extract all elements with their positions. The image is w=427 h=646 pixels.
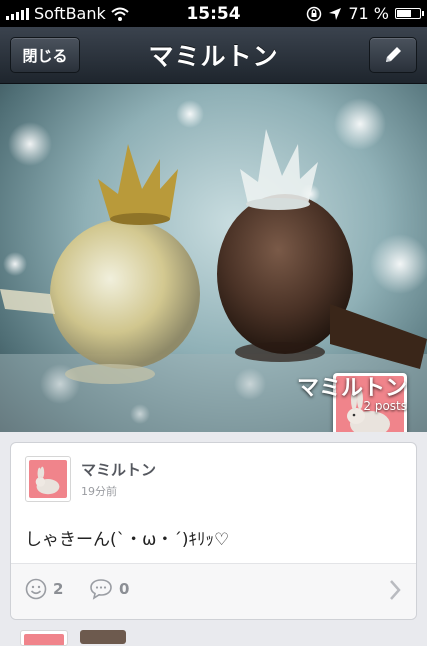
rabbit-avatar-image xyxy=(29,460,67,498)
next-post-photo[interactable] xyxy=(80,630,126,644)
like-button[interactable]: 2 xyxy=(25,578,63,600)
author-avatar[interactable] xyxy=(25,456,71,502)
location-icon xyxy=(329,7,342,20)
comment-count: 0 xyxy=(119,580,130,598)
battery-icon xyxy=(395,8,424,19)
post-time: 19分前 xyxy=(81,485,117,498)
comment-button[interactable]: 0 xyxy=(89,578,129,600)
smile-icon xyxy=(25,578,47,600)
wifi-icon xyxy=(111,7,129,21)
status-time: 15:54 xyxy=(186,3,241,24)
pencil-icon xyxy=(386,47,401,62)
comment-icon xyxy=(90,579,112,600)
signal-icon xyxy=(6,7,29,20)
battery-percent: 71 % xyxy=(348,4,389,23)
rabbit-avatar-image xyxy=(24,634,64,645)
carrier-label: SoftBank xyxy=(34,4,106,23)
profile-name: マミルトン xyxy=(296,376,407,401)
post-text: しゃきーん(`・ω・´)ｷﾘｯ♡ xyxy=(25,530,230,550)
close-button[interactable]: 閉じる xyxy=(10,37,80,73)
status-bar: SoftBank 15:54 71 % xyxy=(0,0,427,27)
chevron-right-icon[interactable] xyxy=(388,578,402,602)
rotation-lock-icon xyxy=(307,6,322,21)
edit-button[interactable] xyxy=(369,37,417,73)
post-card[interactable]: マミルトン 19分前 しゃきーん(`・ω・´)ｷﾘｯ♡ 2 0 xyxy=(10,442,417,620)
post-author[interactable]: マミルトン xyxy=(81,459,156,480)
post-count: 2 posts xyxy=(363,399,407,413)
nav-bar: 閉じる マミルトン xyxy=(0,27,427,84)
next-post-avatar[interactable] xyxy=(20,630,68,646)
like-count: 2 xyxy=(53,580,64,598)
post-actions: 2 0 xyxy=(11,563,416,619)
page-title: マミルトン xyxy=(148,42,279,71)
